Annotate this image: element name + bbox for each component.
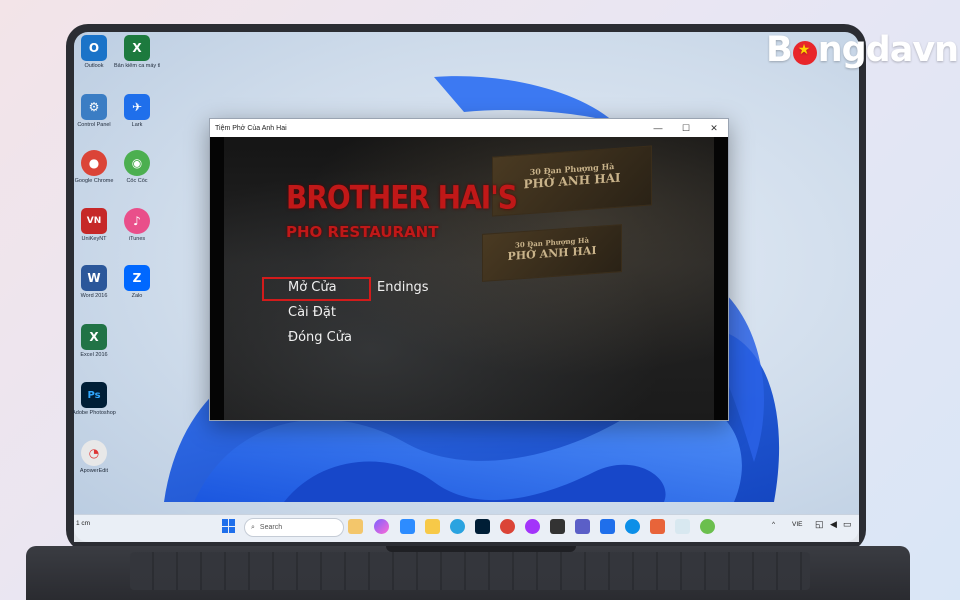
desktop-icon-apoweredit[interactable]: ◔ ApowerEdit xyxy=(71,440,117,475)
cloud-icon[interactable] xyxy=(650,519,665,534)
soccer-ball-icon xyxy=(792,41,817,65)
desktop-icon-outlook[interactable]: O Outlook xyxy=(71,35,117,70)
copilot-icon[interactable] xyxy=(374,519,389,534)
game-viewport[interactable]: 30 Đan Phượng Hà PHỞ ANH HAI 30 Đan Phượ… xyxy=(210,137,728,420)
keyboard xyxy=(130,552,810,590)
apoweredit-icon: ◔ xyxy=(81,440,107,466)
itunes-icon: ♪ xyxy=(124,208,150,234)
shop-sign-2: 30 Đan Phượng Hà PHỞ ANH HAI xyxy=(482,224,622,282)
menu-quit-button[interactable]: Đóng Cửa xyxy=(288,330,352,345)
start-button[interactable] xyxy=(222,519,236,533)
telegram-icon[interactable] xyxy=(450,519,465,534)
chrome-icon: ● xyxy=(81,150,107,176)
zoom-icon[interactable] xyxy=(400,519,415,534)
menu-settings-button[interactable]: Cài Đặt xyxy=(288,305,336,320)
game-title: BROTHER HAI'S xyxy=(286,178,518,217)
battery-icon[interactable]: ▭ xyxy=(843,519,852,530)
desktop-icon-zalo[interactable]: Z Zalo xyxy=(114,265,160,300)
desktop-icon-excel[interactable]: X Excel 2016 xyxy=(71,324,117,359)
edge-icon[interactable] xyxy=(625,519,640,534)
messenger-icon[interactable] xyxy=(525,519,540,534)
desktop-icon-chrome[interactable]: ● Google Chrome xyxy=(71,150,117,185)
coccoc-icon: ◉ xyxy=(124,150,150,176)
widgets-icon[interactable] xyxy=(348,519,363,534)
logo-suffix: ngdavn xyxy=(817,30,959,70)
unikey-icon: VN xyxy=(81,208,107,234)
app-grid-icon[interactable] xyxy=(550,519,565,534)
logo-prefix: B xyxy=(766,30,793,70)
desktop-icon-control-panel[interactable]: ⚙ Control Panel xyxy=(71,94,117,129)
zalo-icon: Z xyxy=(124,265,150,291)
lark-taskbar-icon[interactable] xyxy=(600,519,615,534)
outlook-icon: O xyxy=(81,35,107,61)
teams-icon[interactable] xyxy=(575,519,590,534)
brand-logo: Bngdavn xyxy=(766,28,959,72)
file-explorer-icon[interactable] xyxy=(425,519,440,534)
snipping-tool-icon[interactable] xyxy=(675,519,690,534)
photoshop-taskbar-icon[interactable] xyxy=(475,519,490,534)
weather-widget[interactable]: 1 cm xyxy=(76,520,90,527)
close-button[interactable]: ✕ xyxy=(700,119,728,137)
photoshop-icon: Ps xyxy=(81,382,107,408)
window-title: Tiệm Phở Của Anh Hai xyxy=(215,124,287,132)
desktop-icon-itunes[interactable]: ♪ iTunes xyxy=(114,208,160,243)
word-icon: W xyxy=(81,265,107,291)
desktop-icon-excel-file[interactable]: XBản kiểm ca máy thông... xyxy=(114,35,160,70)
desktop-icon-coccoc[interactable]: ◉ Cốc Cốc xyxy=(114,150,160,185)
menu-open-button[interactable]: Mở Cửa xyxy=(288,280,337,295)
game-scene: 30 Đan Phượng Hà PHỞ ANH HAI 30 Đan Phượ… xyxy=(224,137,714,420)
tray-chevron-icon[interactable]: ^ xyxy=(772,521,775,528)
control-panel-icon: ⚙ xyxy=(81,94,107,120)
taskbar xyxy=(74,514,859,542)
network-icon[interactable]: ◱ xyxy=(815,519,824,530)
game-window: Tiệm Phở Của Anh Hai — ☐ ✕ 30 Đan Phượng… xyxy=(209,118,729,421)
menu-endings-button[interactable]: Endings xyxy=(377,280,429,295)
language-indicator[interactable]: VIE xyxy=(792,521,802,528)
game-subtitle: PHO RESTAURANT xyxy=(286,223,439,241)
laptop-hinge xyxy=(386,546,576,552)
game-app-icon[interactable] xyxy=(700,519,715,534)
excel-app-icon: X xyxy=(81,324,107,350)
excel-icon: X xyxy=(124,35,150,61)
chrome-taskbar-icon[interactable] xyxy=(500,519,515,534)
window-titlebar[interactable]: Tiệm Phở Của Anh Hai — ☐ ✕ xyxy=(210,119,728,137)
desktop-icon-photoshop[interactable]: Ps Adobe Photoshop xyxy=(71,382,117,417)
desktop-icon-word[interactable]: W Word 2016 xyxy=(71,265,117,300)
desktop-icon-lark[interactable]: ✈ Lark xyxy=(114,94,160,129)
minimize-button[interactable]: — xyxy=(644,119,672,137)
taskbar-search[interactable]: ⌕ Search xyxy=(244,518,344,537)
desktop-icon-unikey[interactable]: VN UniKeyNT xyxy=(71,208,117,243)
lark-icon: ✈ xyxy=(124,94,150,120)
volume-icon[interactable]: ◀ xyxy=(830,519,837,530)
maximize-button[interactable]: ☐ xyxy=(672,119,700,137)
search-placeholder: Search xyxy=(259,524,283,531)
windows-logo-icon xyxy=(222,519,228,526)
search-icon: ⌕ xyxy=(251,523,255,531)
